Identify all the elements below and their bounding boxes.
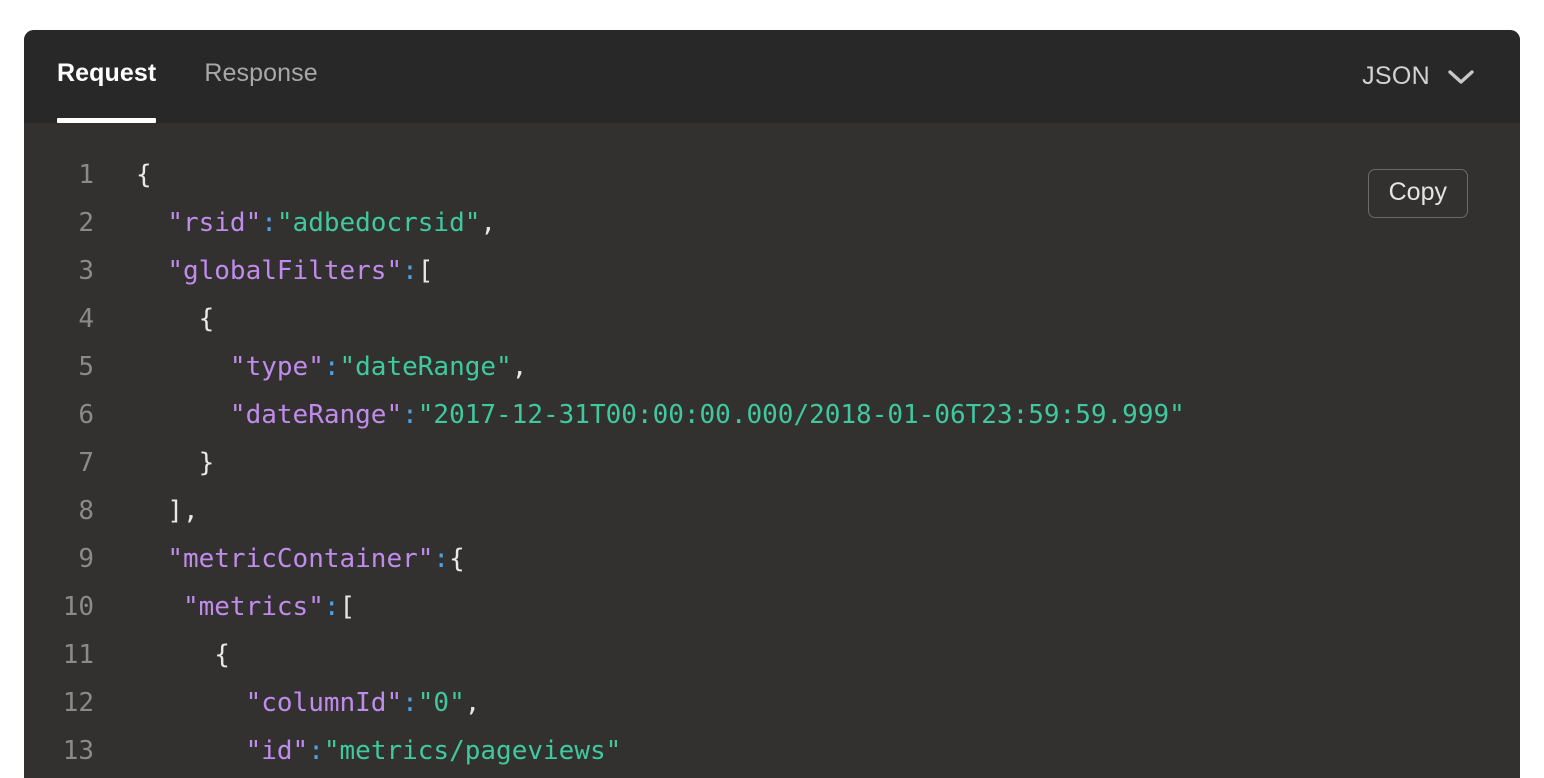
code-line: 10 "metrics":[ bbox=[24, 583, 1520, 631]
json-token-colon: : bbox=[323, 592, 340, 622]
json-token-key: "dateRange" bbox=[229, 400, 403, 430]
json-token-colon: : bbox=[261, 208, 277, 238]
json-token-key: "columnId" bbox=[245, 688, 403, 718]
code-line: 2 "rsid":"adbedocrsid", bbox=[24, 199, 1520, 247]
line-number: 2 bbox=[78, 208, 94, 238]
code-line: 11 { bbox=[24, 631, 1520, 679]
panel-header: Request Response JSON bbox=[24, 30, 1520, 123]
json-token-key: "metricContainer" bbox=[167, 544, 434, 574]
code-line: 1{ bbox=[24, 151, 1520, 199]
json-token-colon: : bbox=[402, 256, 418, 286]
json-token-key: "id" bbox=[245, 736, 309, 766]
json-token-punc: [ bbox=[417, 256, 434, 286]
code-line-content: "metrics":[ bbox=[136, 592, 355, 622]
code-line-content: "type":"dateRange", bbox=[136, 352, 527, 382]
code-line: 8 ], bbox=[24, 487, 1520, 535]
line-number: 8 bbox=[78, 496, 94, 526]
code-line: 9 "metricContainer":{ bbox=[24, 535, 1520, 583]
line-number: 11 bbox=[62, 640, 94, 670]
json-token-str: "metrics/pageviews" bbox=[323, 736, 622, 766]
line-number: 1 bbox=[78, 160, 94, 190]
code-line: 5 "type":"dateRange", bbox=[24, 343, 1520, 391]
code-line-content: "dateRange":"2017-12-31T00:00:00.000/201… bbox=[136, 400, 1185, 430]
tab-request-label: Request bbox=[57, 59, 157, 87]
code-line-content: "globalFilters":[ bbox=[136, 256, 433, 286]
json-token-colon: : bbox=[323, 352, 340, 382]
line-number: 3 bbox=[78, 256, 94, 286]
json-token-colon: : bbox=[402, 688, 418, 718]
tab-response-label: Response bbox=[204, 59, 318, 87]
json-token-punc: { bbox=[198, 304, 215, 334]
code-line-content: "rsid":"adbedocrsid", bbox=[136, 208, 496, 238]
json-token-punc: { bbox=[136, 160, 152, 190]
line-number: 5 bbox=[78, 352, 94, 382]
code-line-content: "metricContainer":{ bbox=[136, 544, 465, 574]
json-token-punc: { bbox=[449, 544, 465, 574]
json-token-str: "dateRange" bbox=[339, 352, 512, 382]
json-token-punc: , bbox=[480, 208, 497, 238]
json-token-punc: [ bbox=[339, 592, 356, 622]
line-number: 6 bbox=[78, 400, 94, 430]
code-line: 6 "dateRange":"2017-12-31T00:00:00.000/2… bbox=[24, 391, 1520, 439]
tab-response[interactable]: Response bbox=[204, 30, 317, 123]
code-line: 13 "id":"metrics/pageviews" bbox=[24, 727, 1520, 775]
request-response-panel: Request Response JSON Copy 1{2 "rsid":"a… bbox=[24, 30, 1520, 778]
code-line-content: } bbox=[136, 448, 215, 478]
json-token-key: "type" bbox=[229, 352, 324, 382]
json-token-colon: : bbox=[308, 736, 324, 766]
code-line-content: "id":"metrics/pageviews" bbox=[136, 736, 622, 766]
json-token-key: "metrics" bbox=[182, 592, 324, 622]
line-number: 4 bbox=[78, 304, 94, 334]
screen-root: Request Response JSON Copy 1{2 "rsid":"a… bbox=[0, 0, 1544, 778]
chevron-down-icon bbox=[1448, 69, 1474, 85]
json-token-punc: , bbox=[464, 688, 481, 718]
json-token-str: "adbedocrsid" bbox=[276, 208, 481, 238]
json-token-colon: : bbox=[402, 400, 418, 430]
line-number: 13 bbox=[62, 736, 94, 766]
code-viewer: Copy 1{2 "rsid":"adbedocrsid", 3 "globalF… bbox=[24, 123, 1520, 778]
json-token-punc: { bbox=[214, 640, 230, 670]
json-token-colon: : bbox=[433, 544, 450, 574]
line-number: 12 bbox=[62, 688, 94, 718]
json-token-key: "globalFilters" bbox=[167, 256, 403, 286]
format-dropdown[interactable]: JSON bbox=[1362, 62, 1474, 91]
code-line-content: { bbox=[136, 304, 215, 334]
json-token-str: "0" bbox=[417, 688, 465, 718]
line-number: 10 bbox=[62, 592, 94, 622]
copy-button[interactable]: Copy bbox=[1367, 169, 1468, 218]
json-code-block[interactable]: 1{2 "rsid":"adbedocrsid", 3 "globalFilter… bbox=[24, 123, 1520, 775]
code-line: 3 "globalFilters":[ bbox=[24, 247, 1520, 295]
json-token-punc: , bbox=[511, 352, 528, 382]
code-line: 7 } bbox=[24, 439, 1520, 487]
code-line-content: { bbox=[136, 160, 152, 190]
code-line-content: ], bbox=[136, 496, 199, 526]
line-number: 9 bbox=[78, 544, 94, 574]
json-token-str: "2017-12-31T00:00:00.000/2018-01-06T23:5… bbox=[417, 400, 1185, 430]
code-line-content: "columnId":"0", bbox=[136, 688, 481, 718]
code-line: 4 { bbox=[24, 295, 1520, 343]
json-token-punc: } bbox=[198, 448, 215, 478]
code-line-content: { bbox=[136, 640, 230, 670]
json-token-punc: ], bbox=[167, 496, 199, 526]
tab-bar: Request Response bbox=[24, 30, 366, 123]
json-token-key: "rsid" bbox=[167, 208, 262, 238]
tab-request[interactable]: Request bbox=[57, 30, 157, 123]
format-dropdown-value: JSON bbox=[1362, 62, 1430, 90]
line-number: 7 bbox=[78, 448, 94, 478]
code-line: 12 "columnId":"0", bbox=[24, 679, 1520, 727]
